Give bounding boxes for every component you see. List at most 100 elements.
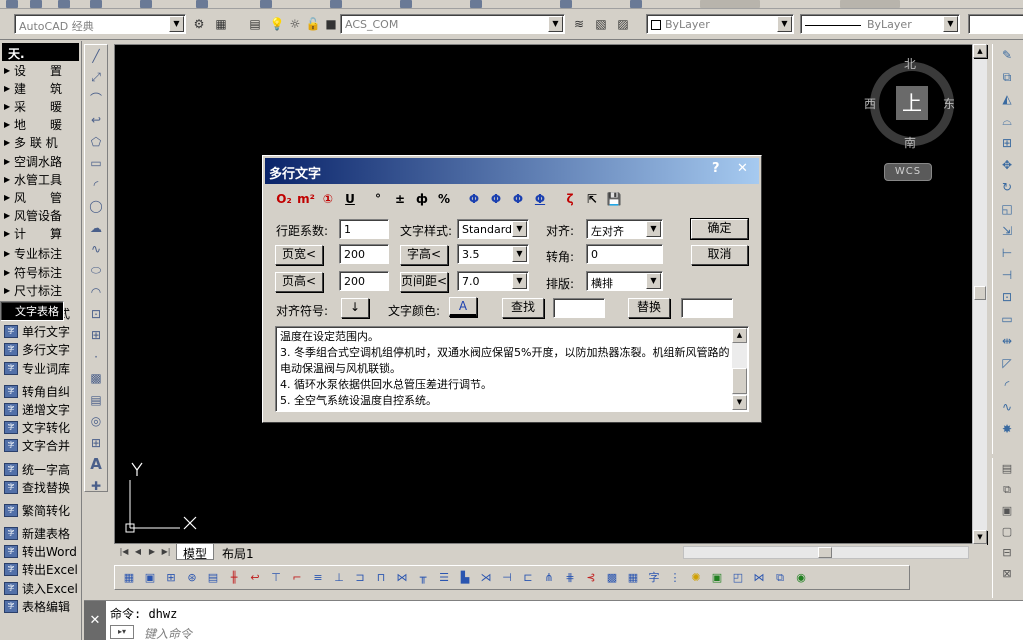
scroll-thumb[interactable]: [818, 547, 832, 558]
layer-manager-icon[interactable]: ▤: [246, 14, 264, 34]
underline-button[interactable]: U: [339, 190, 361, 208]
chevron-down-icon[interactable]: ▼: [548, 16, 563, 32]
compass-west[interactable]: 西: [864, 95, 876, 112]
extend-icon[interactable]: ⊣: [995, 264, 1019, 286]
revcloud-icon[interactable]: ☁: [85, 217, 107, 239]
chamfer-icon[interactable]: ◸: [995, 352, 1019, 374]
menu-header[interactable]: 天.: [2, 43, 79, 61]
tool-icon[interactable]: ▣: [709, 570, 725, 586]
editor-scrollbar[interactable]: ▲ ▼: [732, 328, 747, 410]
tool-icon[interactable]: [560, 0, 572, 8]
make-block-icon[interactable]: ⊞: [85, 325, 107, 347]
command-options-icon[interactable]: ▸▾: [110, 625, 134, 639]
menu-tool[interactable]: 字文字转化: [0, 419, 81, 437]
layer-state-icon[interactable]: ▧: [592, 14, 610, 34]
tool-icon[interactable]: ✺: [688, 570, 704, 586]
tool-icon[interactable]: ⋔: [541, 570, 557, 586]
tool-icon[interactable]: ▦: [625, 570, 641, 586]
tool-icon[interactable]: [470, 0, 482, 8]
mtext-icon[interactable]: A: [85, 454, 107, 476]
trim-icon[interactable]: ⊢: [995, 242, 1019, 264]
menu-category[interactable]: ▶ 计 算: [0, 225, 81, 243]
lineweight-combo[interactable]: [968, 14, 1023, 34]
chevron-down-icon[interactable]: ▼: [646, 221, 661, 237]
tool-icon[interactable]: ◰: [730, 570, 746, 586]
tool-icon[interactable]: [840, 0, 900, 8]
mirror-icon[interactable]: ◭: [995, 88, 1019, 110]
menu-category[interactable]: ▶ 建 筑: [0, 79, 81, 97]
tool-icon[interactable]: ⋈: [751, 570, 767, 586]
tool-icon[interactable]: [196, 0, 208, 8]
viewcube-face[interactable]: 上: [896, 86, 928, 120]
scroll-up-icon[interactable]: ▲: [973, 44, 987, 58]
tool-icon[interactable]: [58, 0, 70, 8]
chevron-down-icon[interactable]: ▼: [777, 16, 792, 32]
compass-south[interactable]: 南: [904, 134, 916, 151]
find-input[interactable]: [553, 298, 605, 318]
rotate-icon[interactable]: ↻: [995, 176, 1019, 198]
scroll-thumb[interactable]: [974, 286, 986, 300]
tool-icon[interactable]: ▦: [121, 570, 137, 586]
tool-icon[interactable]: ▢: [995, 521, 1019, 542]
menu-category[interactable]: ▶ 地 暖: [0, 116, 81, 134]
plus-minus-button[interactable]: ±: [389, 190, 411, 208]
tool-icon[interactable]: ⋈: [394, 570, 410, 586]
tool-icon[interactable]: ⊐: [352, 570, 368, 586]
tool-icon[interactable]: ▩: [604, 570, 620, 586]
tool-icon[interactable]: ⧉: [995, 479, 1019, 500]
page-width-input[interactable]: 200: [339, 244, 389, 264]
tool-icon[interactable]: ⋮: [667, 570, 683, 586]
tool-icon[interactable]: [330, 0, 342, 8]
tool-icon[interactable]: ⊟: [995, 542, 1019, 563]
arc-icon[interactable]: ◜: [85, 174, 107, 196]
tool-icon[interactable]: 字: [646, 570, 662, 586]
polyline-icon[interactable]: ⌒: [85, 88, 107, 110]
tab-first-icon[interactable]: |◀: [118, 546, 130, 558]
tab-next-icon[interactable]: ▶: [146, 546, 158, 558]
page-height-input[interactable]: 200: [339, 271, 389, 291]
dialog-title-bar[interactable]: 多行文字: [265, 158, 759, 184]
fillet-icon[interactable]: ◜: [995, 374, 1019, 396]
align-symbol-button[interactable]: ↓: [341, 298, 369, 318]
steel-bar-3-button[interactable]: Φ: [507, 190, 529, 208]
tool-icon[interactable]: [30, 0, 42, 8]
save-icon[interactable]: 💾: [603, 190, 625, 208]
tool-icon[interactable]: [700, 0, 760, 8]
horizontal-scrollbar[interactable]: [683, 546, 969, 559]
stretch-icon[interactable]: ⇲: [995, 220, 1019, 242]
circled-number-button[interactable]: ①: [317, 190, 339, 208]
offset-icon[interactable]: ⌓: [995, 110, 1019, 132]
menu-tool[interactable]: 字转出Excel: [0, 561, 81, 579]
chevron-down-icon[interactable]: ▼: [646, 273, 661, 289]
spline-icon[interactable]: ∿: [85, 239, 107, 261]
special-char-button[interactable]: ζ: [559, 190, 581, 208]
tool-icon[interactable]: [400, 0, 412, 8]
array-icon[interactable]: ⊞: [995, 132, 1019, 154]
menu-tool[interactable]: 字专业词库: [0, 359, 81, 377]
layer-combo[interactable]: ACS_COM ▼: [340, 14, 565, 34]
tool-icon[interactable]: ⊰: [583, 570, 599, 586]
pick-text-button[interactable]: ⇱: [581, 190, 603, 208]
add-selected-icon[interactable]: ✚: [85, 475, 107, 497]
compass-east[interactable]: 东: [943, 95, 955, 112]
chevron-down-icon[interactable]: ▼: [512, 246, 527, 262]
scroll-up-icon[interactable]: ▲: [732, 328, 747, 343]
xline-icon[interactable]: ⤢: [85, 67, 107, 89]
ellipse-arc-icon[interactable]: ◠: [85, 282, 107, 304]
gradient-icon[interactable]: ▤: [85, 389, 107, 411]
menu-category[interactable]: ▼ 文字表格: [0, 301, 64, 322]
chevron-down-icon[interactable]: ▼: [512, 221, 527, 237]
tool-icon[interactable]: ≡: [310, 570, 326, 586]
menu-tool[interactable]: 字多行文字: [0, 341, 81, 359]
find-button[interactable]: 查找: [502, 298, 544, 318]
tool-icon[interactable]: [90, 0, 102, 8]
menu-category[interactable]: ▶ 尺寸标注: [0, 281, 81, 299]
blend-icon[interactable]: ∿: [995, 396, 1019, 418]
sun-icon[interactable]: ☼: [286, 14, 304, 34]
line-icon[interactable]: ╱: [85, 45, 107, 67]
tool-icon[interactable]: ╫: [226, 570, 242, 586]
hatch-icon[interactable]: ▩: [85, 368, 107, 390]
replace-input[interactable]: [681, 298, 733, 318]
tool-icon[interactable]: [630, 0, 642, 8]
tool-icon[interactable]: [6, 0, 18, 8]
